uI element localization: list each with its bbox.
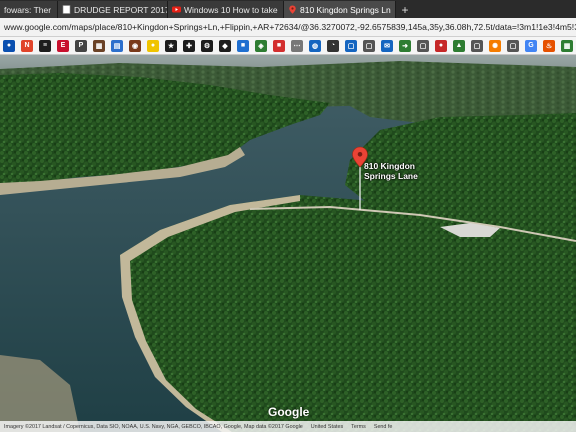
feedback-link[interactable]: Send fe [370,424,397,430]
page2-icon[interactable]: ▢ [417,39,429,52]
nbc-icon[interactable]: N [21,39,33,52]
close-icon[interactable]: × [51,5,57,15]
red2-icon[interactable]: ● [435,39,447,52]
map-viewport[interactable] [0,55,576,432]
tab-1[interactable]: DRUDGE REPORT 2017® × [58,1,168,18]
address-bar[interactable]: www.google.com/maps/place/810+Kingdon+Sp… [0,18,576,37]
satellite-imagery[interactable] [0,55,576,432]
arrow-icon[interactable]: ➜ [399,39,411,52]
country-label[interactable]: United States [307,424,347,430]
dots-icon[interactable]: ⋯ [291,39,303,52]
file-icon[interactable]: ▢ [363,39,375,52]
red-icon[interactable]: ■ [273,39,285,52]
url-text[interactable]: www.google.com/maps/place/810+Kingdon+Sp… [4,22,576,32]
green-icon[interactable]: ▲ [453,39,465,52]
cross-icon[interactable]: ✚ [183,39,195,52]
attribution-bar: Imagery ©2017 Landsat / Copernicus, Data… [0,421,576,432]
place-label[interactable]: 810 Kingdon Springs Lane [364,161,418,181]
google-logo: Google [268,405,310,419]
new-tab-button[interactable]: + [396,1,414,18]
p-icon[interactable]: P [75,39,87,52]
tab-0[interactable]: fowars: Ther × [0,1,58,18]
espn-icon[interactable]: E [57,39,69,52]
tab-label: fowars: Ther [4,4,52,15]
page4-icon[interactable]: ▢ [507,39,519,52]
bookmarks-bar: ●N≡EP▦▤◉●★✚⚙◆■◈■⋯◍◔▢▢✉➜▢●▲▢✺▢G♨▦■K◧ [0,37,576,55]
mail-icon[interactable]: ✉ [381,39,393,52]
youtube-icon [172,6,181,13]
terms-link[interactable]: Terms [347,424,370,430]
doc-icon[interactable]: ▤ [111,39,123,52]
page-icon[interactable]: ▢ [345,39,357,52]
imagery-credit: Imagery ©2017 Landsat / Copernicus, Data… [4,423,303,430]
tv-icon[interactable]: ▦ [93,39,105,52]
globe-icon[interactable]: ◍ [309,39,321,52]
g-icon[interactable]: G [525,39,537,52]
circle-icon[interactable]: ◉ [129,39,141,52]
badge-icon[interactable]: ◆ [219,39,231,52]
wheel-icon[interactable]: ✺ [489,39,501,52]
gauge-icon[interactable]: ◔ [327,39,339,52]
tab-label: DRUDGE REPORT 2017® [74,4,168,15]
tab-label: Windows 10 How to take [184,4,278,15]
close-icon[interactable]: × [391,5,395,15]
fire-icon[interactable]: ♨ [543,39,555,52]
blue-icon[interactable]: ■ [237,39,249,52]
tab-2[interactable]: Windows 10 How to take × [168,1,284,18]
tab-label: 810 Kingdon Springs Ln [300,4,391,15]
grid-icon[interactable]: ▦ [561,39,573,52]
maps-pin-icon [289,5,296,14]
page3-icon[interactable]: ▢ [471,39,483,52]
document-icon [62,5,71,14]
tab-3[interactable]: 810 Kingdon Springs Ln × [284,1,396,18]
tab-bar: fowars: Ther × DRUDGE REPORT 2017® × Win… [0,0,576,18]
news-icon[interactable]: ≡ [39,39,51,52]
gear-icon[interactable]: ⚙ [201,39,213,52]
sun-icon[interactable]: ● [147,39,159,52]
cbs-icon[interactable]: ● [3,39,15,52]
star-icon[interactable]: ★ [165,39,177,52]
shield-icon[interactable]: ◈ [255,39,267,52]
